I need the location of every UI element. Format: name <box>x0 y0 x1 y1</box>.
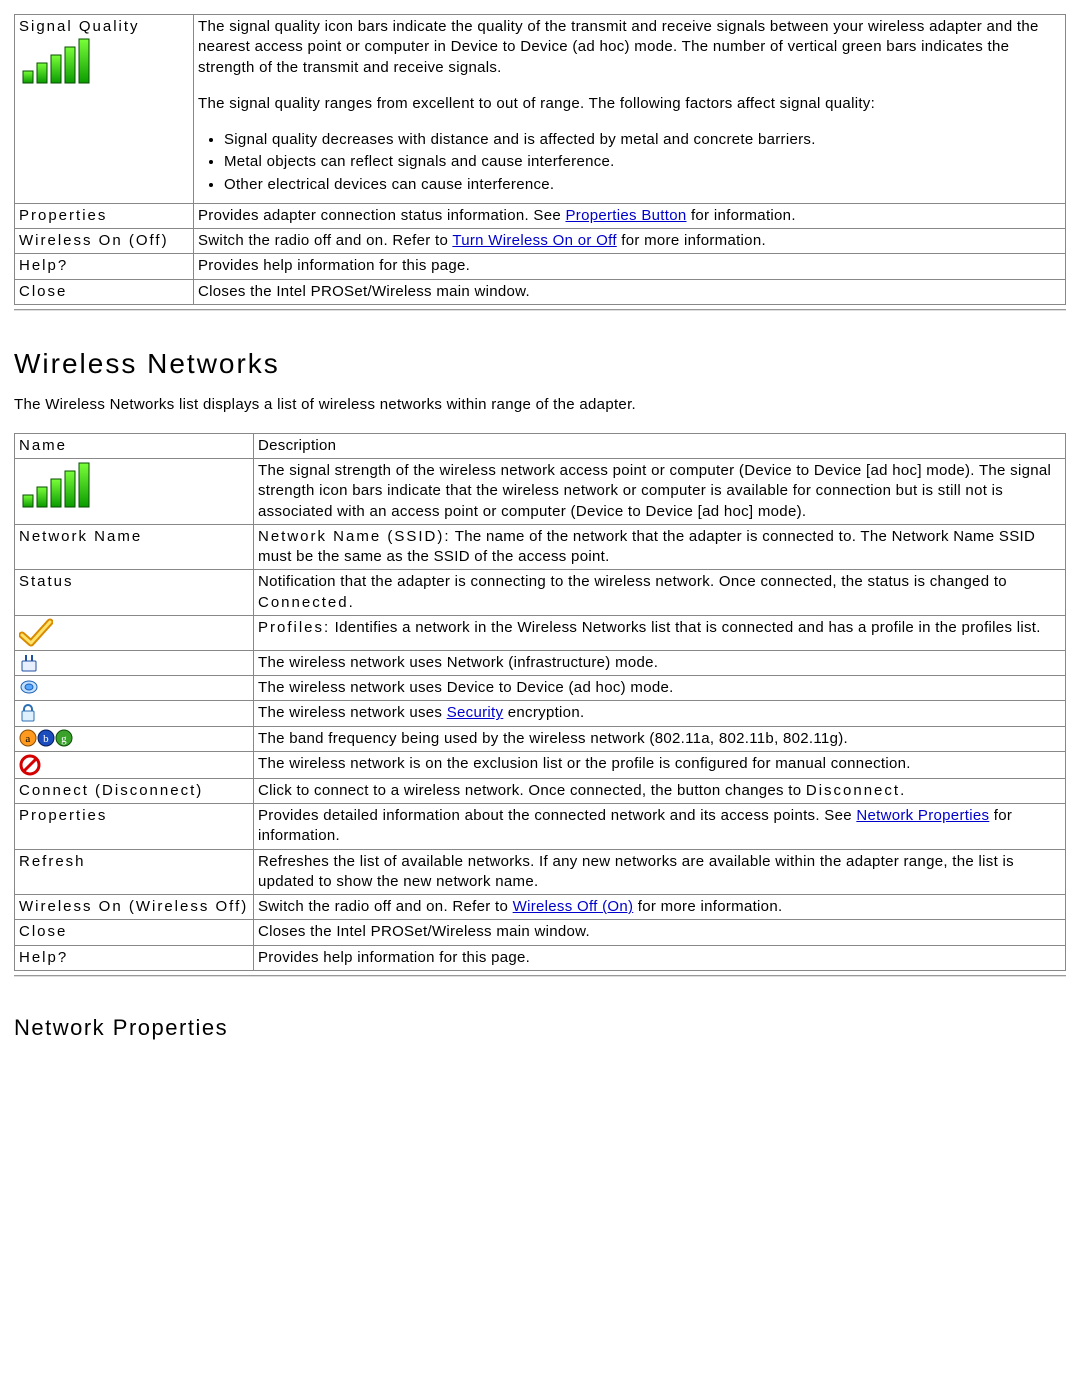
row-icon-cell <box>19 37 189 85</box>
table-row: Connect (Disconnect) Click to connect to… <box>15 778 1066 803</box>
list-item: Metal objects can reflect signals and ca… <box>224 152 1061 172</box>
doc-link[interactable]: Security <box>447 704 504 721</box>
svg-text:g: g <box>61 733 67 745</box>
row-description: Network Name (SSID): The name of the net… <box>254 524 1066 570</box>
row-icon-cell <box>19 703 249 723</box>
row-description: The wireless network uses Device to Devi… <box>254 676 1066 701</box>
row-name: Name <box>19 437 67 454</box>
svg-text:b: b <box>43 733 49 745</box>
row-name: Help? <box>19 949 68 966</box>
emphasis-text: Network Name (SSID): <box>258 528 451 545</box>
row-name: Properties <box>19 807 107 824</box>
row-description: The wireless network uses Network (infra… <box>254 650 1066 675</box>
row-description: Profiles: Identifies a network in the Wi… <box>254 615 1066 650</box>
doc-link[interactable]: Properties Button <box>565 207 686 224</box>
table-row: Properties Provides detailed information… <box>15 804 1066 850</box>
table-row: Refresh Refreshes the list of available … <box>15 849 1066 895</box>
row-description: Description <box>254 433 1066 458</box>
table-row: Status Notification that the adapter is … <box>15 570 1066 616</box>
wireless-networks-table: Name Description The signal strength of … <box>14 433 1066 971</box>
row-name: Wireless On (Off) <box>19 231 189 251</box>
row-description: Notification that the adapter is connect… <box>254 570 1066 616</box>
row-name: Network Name <box>19 528 142 545</box>
row-description: The wireless network is on the exclusion… <box>254 751 1066 778</box>
row-description: Switch the radio off and on. Refer to Wi… <box>254 895 1066 920</box>
table-row: Help? Provides help information for this… <box>15 945 1066 970</box>
table-row: The wireless network uses Security encry… <box>15 701 1066 726</box>
table-row: Name Description <box>15 433 1066 458</box>
doc-link[interactable]: Turn Wireless On or Off <box>452 232 616 249</box>
row-description: The signal quality icon bars indicate th… <box>194 15 1066 204</box>
bullet-list: Signal quality decreases with distance a… <box>224 130 1061 195</box>
table-row: Profiles: Identifies a network in the Wi… <box>15 615 1066 650</box>
wireless-networks-heading: Wireless Networks <box>14 345 1066 383</box>
row-description: Closes the Intel PROSet/Wireless main wi… <box>254 920 1066 945</box>
table-row: Close Closes the Intel PROSet/Wireless m… <box>15 279 1066 304</box>
row-name: Properties <box>19 206 189 226</box>
row-icon-cell <box>19 653 249 673</box>
row-description: Provides help information for this page. <box>194 254 1066 279</box>
row-icon-cell <box>19 461 249 509</box>
row-icon-cell <box>19 678 249 696</box>
row-icon-cell <box>19 754 249 776</box>
svg-text:a: a <box>25 733 30 745</box>
row-description: Click to connect to a wireless network. … <box>254 778 1066 803</box>
row-name: Close <box>19 282 189 302</box>
row-description: Provides adapter connection status infor… <box>194 203 1066 228</box>
row-name: Signal Quality <box>19 17 189 37</box>
row-description: Switch the radio off and on. Refer to Tu… <box>194 229 1066 254</box>
table-row: The wireless network uses Device to Devi… <box>15 676 1066 701</box>
signal-bars-icon <box>19 461 91 509</box>
row-name: Refresh <box>19 853 86 870</box>
infrastructure-icon <box>19 653 39 673</box>
row-description: Provides help information for this page. <box>254 945 1066 970</box>
divider <box>14 309 1066 311</box>
doc-link[interactable]: Network Properties <box>856 807 989 824</box>
emphasis-text: Profiles: <box>258 619 330 636</box>
table-row: Network Name Network Name (SSID): The na… <box>15 524 1066 570</box>
table-row: The signal strength of the wireless netw… <box>15 459 1066 525</box>
table-row: Wireless On (Wireless Off) Switch the ra… <box>15 895 1066 920</box>
network-properties-heading: Network Properties <box>14 1013 1066 1043</box>
adhoc-icon <box>19 678 39 696</box>
excluded-icon <box>19 754 41 776</box>
table-row: Close Closes the Intel PROSet/Wireless m… <box>15 920 1066 945</box>
list-item: Other electrical devices can cause inter… <box>224 175 1061 195</box>
table-row: Properties Provides adapter connection s… <box>15 203 1066 228</box>
checkmark-icon <box>19 618 53 648</box>
row-description: Closes the Intel PROSet/Wireless main wi… <box>194 279 1066 304</box>
table-row: Wireless On (Off) Switch the radio off a… <box>15 229 1066 254</box>
table-row: The wireless network is on the exclusion… <box>15 751 1066 778</box>
row-name: Wireless On (Wireless Off) <box>19 898 248 915</box>
row-description: The signal strength of the wireless netw… <box>254 459 1066 525</box>
table-row: a b g The band frequency being used by t… <box>15 726 1066 751</box>
row-description: The wireless network uses Security encry… <box>254 701 1066 726</box>
row-name: Close <box>19 923 67 940</box>
doc-link[interactable]: Wireless Off (On) <box>513 898 634 915</box>
signal-bars-icon <box>19 37 91 85</box>
paragraph: The signal quality ranges from excellent… <box>198 94 1061 114</box>
row-description: The band frequency being used by the wir… <box>254 726 1066 751</box>
row-description: Provides detailed information about the … <box>254 804 1066 850</box>
emphasis-text: Disconnect <box>806 782 900 799</box>
signal-properties-table: Signal Quality The signal quality icon b… <box>14 14 1066 305</box>
wireless-networks-intro: The Wireless Networks list displays a li… <box>14 395 1066 415</box>
lock-icon <box>19 703 37 723</box>
row-icon-cell: a b g <box>19 729 249 747</box>
row-name: Status <box>19 573 74 590</box>
table-row: The wireless network uses Network (infra… <box>15 650 1066 675</box>
row-icon-cell <box>19 618 249 648</box>
table-row: Signal Quality The signal quality icon b… <box>15 15 1066 204</box>
paragraph: The signal quality icon bars indicate th… <box>198 17 1061 78</box>
row-name: Help? <box>19 256 189 276</box>
row-name: Connect (Disconnect) <box>19 782 203 799</box>
list-item: Signal quality decreases with distance a… <box>224 130 1061 150</box>
row-description: Refreshes the list of available networks… <box>254 849 1066 895</box>
emphasis-text: Connected <box>258 594 349 611</box>
band-frequency-icon: a b g <box>19 729 73 747</box>
table-row: Help? Provides help information for this… <box>15 254 1066 279</box>
divider <box>14 975 1066 977</box>
